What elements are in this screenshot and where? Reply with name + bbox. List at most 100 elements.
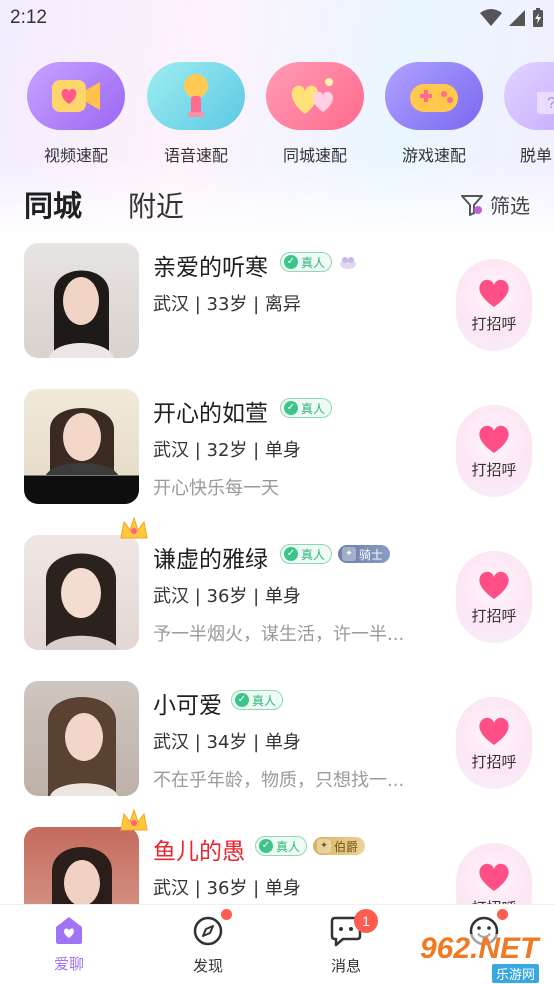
signal-icon [509, 10, 525, 26]
user-card[interactable]: 鱼儿的愚 ✓真人 ✦伯爵 武汉 | 36岁 | 单身 打招呼 [0, 808, 554, 904]
nav-item-discover[interactable]: 发现 [168, 909, 248, 976]
verified-label: 真人 [276, 839, 301, 854]
user-badges: ✓ 真人 [231, 690, 284, 710]
user-name: 谦虚的雅绿 [153, 547, 268, 573]
quick-match-game[interactable]: 游戏速配 [384, 62, 484, 166]
verified-real-badge: ✓ 真人 [280, 398, 333, 418]
wifi-icon [480, 9, 502, 26]
nav-item-love-chat[interactable]: 爱聊 [29, 915, 109, 974]
check-icon: ✓ [259, 839, 273, 853]
filter-label: 筛选 [490, 194, 530, 218]
user-card[interactable]: 小可爱 ✓ 真人 武汉 | 34岁 | 单身 不在乎年龄，物质，只想找一... 打… [0, 674, 554, 820]
check-icon: ✓ [284, 255, 298, 269]
user-bio: 开心快乐每一天 [153, 478, 279, 499]
status-time: 2:12 [10, 7, 47, 28]
quick-match-single[interactable]: ? 脱单 [503, 62, 554, 166]
gift-icon [340, 257, 357, 269]
heart-icon [479, 717, 509, 745]
quick-match-video[interactable]: 视频速配 [26, 62, 126, 166]
knight-emblem-icon: ✦ [342, 547, 357, 561]
greet-button[interactable]: 打招呼 [456, 551, 532, 643]
avatar[interactable] [24, 535, 139, 650]
heart-icon [479, 425, 509, 453]
greet-button[interactable]: 打招呼 [456, 697, 532, 789]
nav-label: 发现 [192, 957, 223, 975]
user-card[interactable]: 亲爱的听寒 ✓ 真人 武汉 | 33岁 | 离异 打招呼 [0, 236, 554, 382]
verified-label: 真人 [301, 401, 326, 416]
rank-badge-knight: ✦ 骑士 [338, 545, 391, 563]
nav-label: 消息 [330, 957, 361, 975]
greet-button[interactable]: 打招呼 [456, 259, 532, 351]
greet-label: 打招呼 [471, 897, 516, 905]
user-bio: 不在乎年龄，物质，只想找一... [153, 770, 405, 791]
home-heart-icon [56, 917, 82, 944]
heart-icon [479, 571, 509, 599]
crown-icon [120, 516, 148, 539]
user-name: 亲爱的听寒 [153, 255, 268, 281]
video-camera-heart-icon [27, 62, 125, 130]
quick-match-label: 同城速配 [282, 146, 347, 165]
verified-real-badge: ✓ 真人 [231, 690, 284, 710]
quick-match-local[interactable]: 同城速配 [265, 62, 365, 166]
filter-button[interactable]: 筛选 [460, 190, 530, 219]
user-badges: ✓ 真人 ✦ 骑士 [280, 544, 391, 564]
svg-text:?: ? [547, 95, 554, 112]
user-bio: 予一半烟火，谋生活，许一半... [153, 624, 405, 645]
gift-box-icon: ? [504, 62, 554, 130]
greet-label: 打招呼 [471, 314, 517, 333]
user-info: 武汉 | 33岁 | 离异 [153, 294, 301, 315]
rank-label: 骑士 [359, 547, 384, 562]
user-badges: ✓ 真人 [280, 252, 358, 272]
avatar[interactable] [24, 681, 139, 796]
gamepad-icon [385, 62, 483, 130]
crown-icon [120, 808, 148, 831]
tab-local[interactable]: 同城 [24, 183, 82, 225]
notification-dot [497, 909, 508, 920]
avatar[interactable] [24, 389, 139, 504]
compass-icon [193, 916, 223, 946]
rank-label: 伯爵 [334, 839, 359, 854]
user-card[interactable]: 开心的如萱 ✓ 真人 武汉 | 32岁 | 单身 开心快乐每一天 打招呼 [0, 382, 554, 528]
verified-real-badge: ✓ 真人 [280, 252, 333, 272]
nav-label: 爱聊 [53, 955, 84, 973]
user-card[interactable]: 谦虚的雅绿 ✓ 真人 ✦ 骑士 武汉 | 36岁 | 单身 予一半烟火，谋生活，许一… [0, 516, 554, 674]
microphone-icon [147, 62, 245, 130]
user-badges: ✓ 真人 [280, 398, 333, 418]
message-count-badge: 1 [354, 909, 378, 933]
quick-match-label: 语音速配 [163, 146, 228, 165]
notification-dot [221, 909, 232, 920]
verified-real-badge: ✓ 真人 [280, 544, 333, 564]
check-icon: ✓ [284, 547, 298, 561]
greet-button[interactable]: 打招呼 [456, 843, 532, 904]
battery-icon [533, 8, 543, 27]
avatar[interactable] [24, 827, 139, 904]
rank-badge-earl: ✦ 伯爵 [313, 837, 366, 855]
user-info: 武汉 | 36岁 | 单身 [153, 878, 301, 899]
site-watermark: 962.NET 乐游网 [414, 932, 550, 983]
verified-label: 真人 [301, 547, 326, 562]
check-icon: ✓ [235, 693, 249, 707]
greet-label: 打招呼 [471, 460, 517, 479]
user-list: 亲爱的听寒 ✓ 真人 武汉 | 33岁 | 离异 打招呼 开心的如萱 ✓ 真人 武汉… [0, 236, 554, 904]
verified-label: 真人 [301, 255, 326, 270]
filter-icon [461, 194, 483, 216]
check-icon: ✓ [284, 401, 298, 415]
status-icons [480, 8, 544, 28]
tab-nearby[interactable]: 附近 [128, 185, 184, 225]
watermark-sub: 乐游网 [492, 964, 540, 983]
user-name: 鱼儿的愚 [153, 839, 245, 865]
verified-real-badge: ✓ 真人 [255, 836, 308, 856]
greet-label: 打招呼 [471, 606, 517, 625]
verified-label: 真人 [252, 693, 277, 708]
heart-icon [479, 863, 509, 891]
greet-button[interactable]: 打招呼 [456, 405, 532, 497]
avatar[interactable] [24, 243, 139, 358]
heart-icon [479, 279, 509, 307]
quick-match-voice[interactable]: 语音速配 [146, 62, 246, 166]
quick-match-row: 视频速配 语音速配 同城速配 游戏速配 ? 脱单 [0, 62, 554, 170]
watermark-text: 962.NET [420, 932, 539, 965]
nav-item-messages[interactable]: 消息 1 [306, 909, 386, 976]
quick-match-label: 游戏速配 [401, 146, 466, 165]
user-name: 开心的如萱 [153, 401, 268, 427]
greet-label: 打招呼 [471, 752, 517, 771]
